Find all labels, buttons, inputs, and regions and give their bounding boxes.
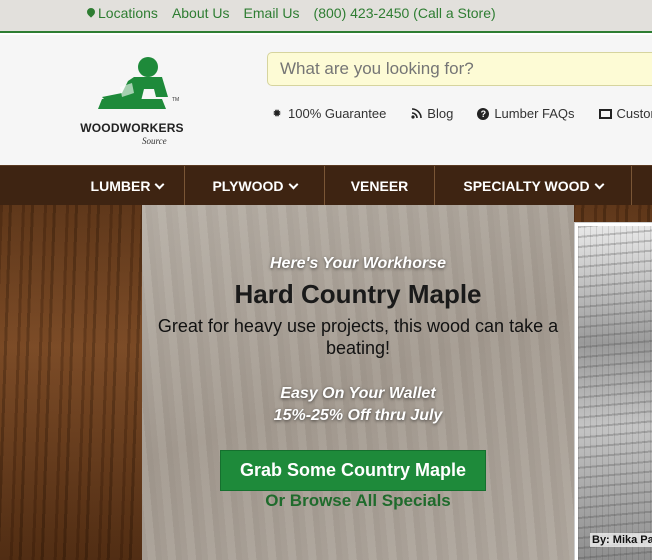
blog-label: Blog [427,106,454,121]
browse-all-specials-link[interactable]: Or Browse All Specials [142,491,574,511]
customer-link[interactable]: Customer [598,106,652,121]
site-header: TM WOODWORKERS Source ✹ 100% Guarantee B… [0,35,652,165]
utility-links: Locations About Us Email Us (800) 423-24… [85,5,496,21]
hero-offer-line2: 15%-25% Off thru July [273,407,443,424]
nav-item-lumber[interactable]: LUMBER [70,166,185,206]
nav-lumber-label: LUMBER [90,178,151,194]
logo-wordmark: WOODWORKERS [80,121,184,135]
nav-specialty-wood-label: SPECIALTY WOOD [463,178,590,194]
svg-text:TM: TM [172,97,179,103]
woodworkers-source-logo[interactable]: TM WOODWORKERS Source [72,53,192,153]
seal-icon: ✹ [272,108,282,120]
hero-kicker: Here's Your Workhorse [269,255,446,272]
guarantee-label: 100% Guarantee [288,106,387,121]
feature-links: ✹ 100% Guarantee Blog ? Lumber FAQs Cust… [271,106,652,121]
chevron-down-icon [154,179,165,189]
hero-title: Hard Country Maple [234,279,482,309]
about-us-link[interactable]: About Us [172,5,230,21]
map-pin-icon [85,6,97,18]
nav-veneer-label: VENEER [350,178,409,194]
hero-photo-image [578,226,652,560]
lumber-faqs-link[interactable]: ? Lumber FAQs [477,106,575,121]
phone-link[interactable]: (800) 423-2450 (Call a Store) [314,5,496,21]
hero-offer-line1: Easy On Your Wallet [280,385,436,402]
locations-link[interactable]: Locations [85,5,158,21]
chevron-down-icon [594,179,605,189]
search-input[interactable] [268,53,652,85]
email-us-link[interactable]: Email Us [244,5,300,21]
nav-item-plywood[interactable]: PLYWOOD [185,166,325,206]
main-navigation: LUMBER PLYWOOD VENEER SPECIALTY WOOD [0,165,652,206]
hero-banner: Here's Your Workhorse Hard Country Maple… [0,205,652,560]
nav-item-specialty-wood[interactable]: SPECIALTY WOOD [435,166,632,206]
search-box[interactable] [267,52,652,86]
rss-icon [410,108,422,120]
blog-link[interactable]: Blog [410,106,453,121]
hero-promo-panel: Here's Your Workhorse Hard Country Maple… [142,205,574,560]
nav-plywood-label: PLYWOOD [212,178,284,194]
question-icon: ? [477,107,490,120]
photo-caption: By: Mika Pa [590,533,652,547]
hero-offer: Easy On Your Wallet 15%-25% Off thru Jul… [142,383,574,427]
customer-label: Customer [616,106,652,121]
hero-description: Great for heavy use projects, this wood … [157,316,559,358]
picture-icon [598,108,612,119]
chevron-down-icon [288,179,298,189]
grab-country-maple-button[interactable]: Grab Some Country Maple [220,450,486,491]
hero-photo: By: Mika Pa [574,222,652,560]
locations-label: Locations [98,5,158,21]
nav-item-veneer[interactable]: VENEER [325,166,435,206]
top-utility-bar: Locations About Us Email Us (800) 423-24… [0,0,652,33]
guarantee-link[interactable]: ✹ 100% Guarantee [271,106,386,121]
woodworker-figure-icon: TM [98,57,179,109]
logo-subtitle: Source [142,136,167,146]
lumber-faqs-label: Lumber FAQs [494,106,575,121]
